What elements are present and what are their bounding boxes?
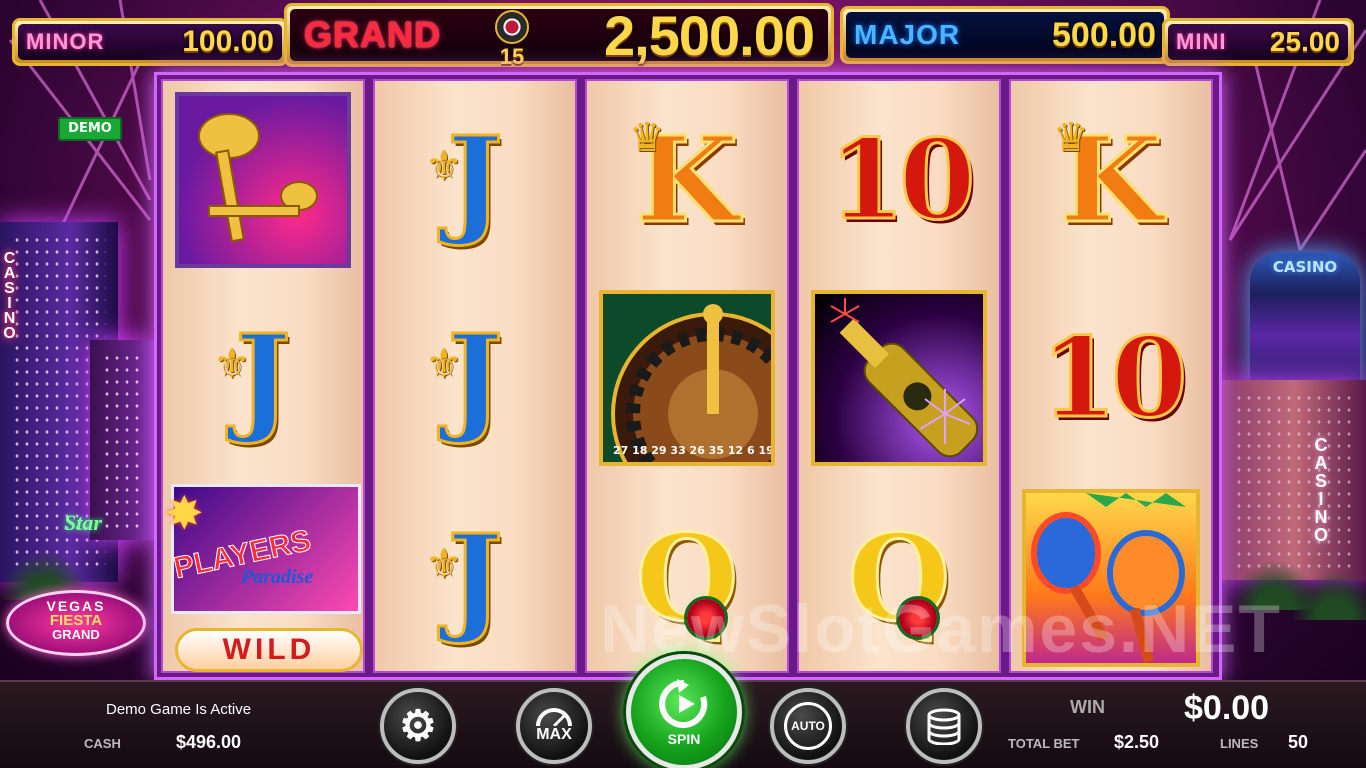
- symbol-10: 10: [1039, 313, 1189, 442]
- fleur-de-lis-icon: ⚜: [213, 339, 251, 388]
- reel-3: ♛ K 27 18 29 33 26 35 12 6 19 Q: [585, 79, 789, 673]
- reel-5: ♛ K 10: [1009, 79, 1213, 673]
- settings-button[interactable]: ⚙: [380, 688, 456, 764]
- fleur-de-lis-icon: ⚜: [425, 539, 463, 588]
- mini-label: MINI: [1176, 29, 1227, 54]
- max-label: MAX: [536, 726, 572, 743]
- symbol-q: Q: [634, 508, 740, 647]
- champagne-bottle-icon: [830, 298, 979, 458]
- right-building: [1222, 380, 1366, 580]
- total-bet-value: $2.50: [1114, 732, 1160, 752]
- auto-spin-button[interactable]: AUTO: [770, 688, 846, 764]
- auto-icon: AUTO: [784, 702, 832, 750]
- minor-jackpot: MINOR 100.00: [12, 18, 288, 66]
- major-value: 500.00: [1052, 15, 1156, 54]
- symbol-10: 10: [827, 115, 977, 244]
- mini-value: 25.00: [1269, 26, 1340, 57]
- wild-badge: WILD: [175, 628, 363, 672]
- star-icon: ✸: [165, 486, 204, 540]
- maracas-icon: [1031, 493, 1186, 663]
- champagne-symbol: [799, 279, 999, 477]
- rose-icon: [687, 599, 725, 637]
- maracas-symbol: [1011, 479, 1211, 677]
- spin-arrow-icon: [659, 679, 708, 728]
- gear-icon: ⚙: [399, 702, 437, 749]
- fleur-de-lis-icon: ⚜: [425, 141, 463, 190]
- reel-1: ⚜ J ✸ PLAYERS Paradise WILD: [161, 79, 365, 673]
- reel-4: 10 Q: [797, 79, 1001, 673]
- cash-value: $496.00: [176, 732, 242, 752]
- roulette-wheel-icon: 27 18 29 33 26 35 12 6 19: [611, 304, 771, 462]
- spin-label: SPIN: [667, 731, 701, 747]
- reel-2: ⚜ J ⚜ J ⚜ J: [373, 79, 577, 673]
- lines-value: 50: [1288, 732, 1309, 752]
- grand-chip-number: 15: [499, 44, 525, 69]
- symbol-q: Q: [846, 508, 952, 647]
- svg-text:27 18 29 33 26 35 12 6 19: 27 18 29 33 26 35 12 6 19: [613, 444, 771, 457]
- crown-icon: ♛: [629, 115, 665, 161]
- major-jackpot: MAJOR 500.00: [840, 6, 1170, 64]
- left-casino-sign: CASINO: [1, 250, 18, 340]
- right-palms-2: [1290, 570, 1366, 620]
- poker-chip-icon: [495, 10, 529, 44]
- total-bet-label: TOTAL BET: [1008, 736, 1080, 751]
- right-casino-tower: CASINO: [1250, 252, 1360, 392]
- grand-jackpot: GRAND 2,500.00: [284, 3, 834, 67]
- grand-chip: 15: [490, 10, 534, 70]
- bet-coins-button[interactable]: [906, 688, 982, 764]
- grand-value: 2,500.00: [604, 3, 815, 67]
- reel-area: ⚜ J ✸ PLAYERS Paradise WILD ⚜ J ⚜ J ⚜ J ♛ K: [154, 72, 1222, 680]
- symbol-j: ⚜ J: [425, 110, 504, 249]
- wild-symbol: ✸ PLAYERS Paradise WILD: [163, 479, 363, 677]
- crown-icon: ♛: [1053, 115, 1089, 161]
- left-star-sign: Star: [64, 510, 102, 535]
- wild-paradise-text: Paradise: [241, 566, 314, 588]
- trumpet-symbol: [163, 81, 363, 279]
- symbol-j: ⚜ J: [213, 308, 292, 447]
- max-bet-button[interactable]: MAX: [516, 688, 592, 764]
- symbol-j: ⚜ J: [425, 508, 504, 647]
- roulette-symbol: 27 18 29 33 26 35 12 6 19: [587, 279, 787, 477]
- symbol-k: ♛ K: [629, 110, 740, 249]
- right-casino-sign: CASINO: [1311, 435, 1331, 543]
- trumpet-icon: [198, 113, 318, 243]
- cash-label: CASH: [84, 736, 121, 751]
- win-value: $0.00: [1184, 689, 1270, 727]
- minor-label: MINOR: [26, 29, 105, 54]
- symbol-k: ♛ K: [1053, 110, 1164, 249]
- lines-label: LINES: [1220, 736, 1259, 751]
- spin-button[interactable]: SPIN: [626, 654, 742, 768]
- minor-value: 100.00: [182, 25, 274, 58]
- major-label: MAJOR: [854, 19, 961, 50]
- mini-jackpot: MINI 25.00: [1162, 18, 1354, 66]
- gauge-icon: [536, 708, 572, 726]
- coin-stack-icon: [927, 708, 961, 745]
- vegas-fiesta-grand-logo: VEGAS FIESTA GRAND: [6, 590, 146, 656]
- rose-icon: [899, 599, 937, 637]
- demo-badge: DEMO: [58, 117, 122, 141]
- grand-label: GRAND: [304, 14, 441, 55]
- fleur-de-lis-icon: ⚜: [425, 339, 463, 388]
- demo-status: Demo Game Is Active: [106, 701, 252, 718]
- win-label: WIN: [1070, 697, 1105, 717]
- symbol-j: ⚜ J: [425, 308, 504, 447]
